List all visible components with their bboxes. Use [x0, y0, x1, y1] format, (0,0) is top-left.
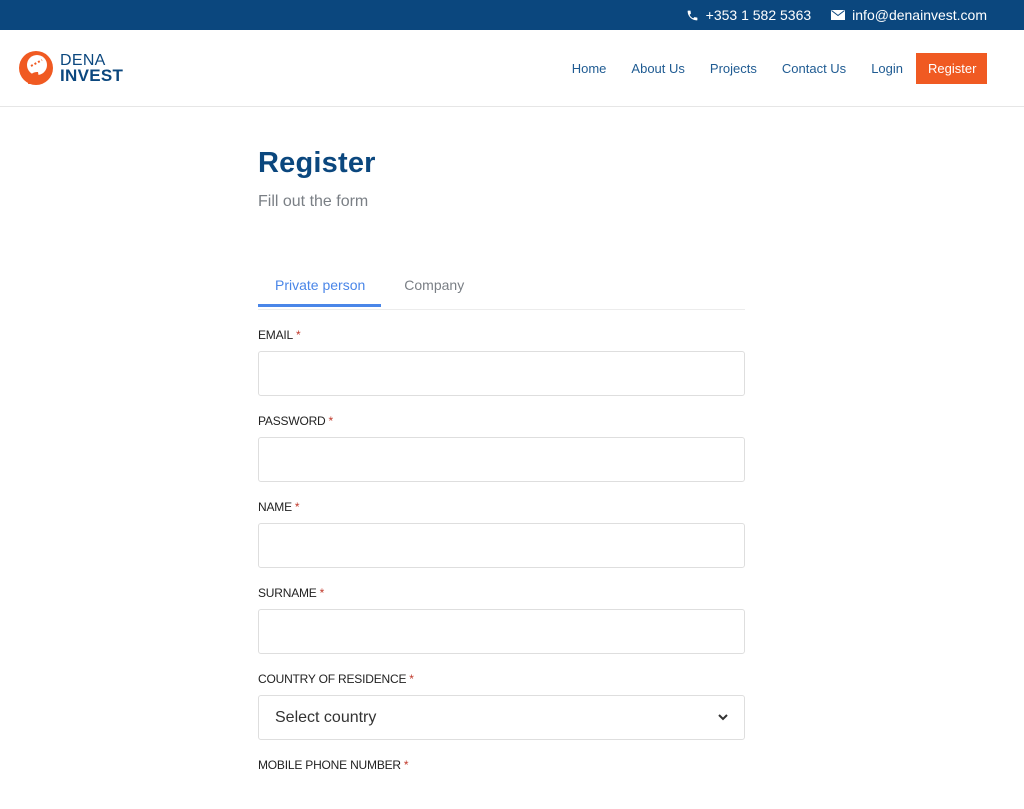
- surname-label: SURNAME: [258, 586, 317, 600]
- phone-icon: [687, 10, 698, 20]
- nav-contact-us[interactable]: Contact Us: [782, 61, 846, 76]
- register-form-section: Register Fill out the form Private perso…: [258, 107, 745, 772]
- surname-input[interactable]: [258, 609, 745, 654]
- nav-login[interactable]: Login: [871, 61, 903, 76]
- page-title: Register: [258, 147, 376, 179]
- required-marker: *: [409, 672, 414, 686]
- logo-head-icon: [19, 51, 53, 85]
- required-marker: *: [296, 328, 301, 342]
- name-field-group: NAME *: [258, 500, 745, 568]
- register-button[interactable]: Register: [916, 52, 987, 84]
- password-field-group: PASSWORD *: [258, 414, 745, 482]
- name-label: NAME: [258, 500, 292, 514]
- required-marker: *: [319, 586, 325, 600]
- nav-about-us[interactable]: About Us: [631, 61, 684, 76]
- site-header: DENA INVEST Home About Us Projects Conta…: [0, 30, 1024, 107]
- name-input[interactable]: [258, 523, 745, 568]
- phone-contact[interactable]: +353 1 582 5363: [686, 7, 812, 23]
- required-marker: *: [294, 500, 300, 514]
- nav-projects[interactable]: Projects: [710, 61, 757, 76]
- top-contact-bar: +353 1 582 5363 info@denainvest.com: [0, 0, 1024, 30]
- tab-private-person[interactable]: Private person: [258, 269, 382, 307]
- country-selected-value: Select country: [275, 708, 377, 726]
- surname-field-group: SURNAME *: [258, 586, 745, 654]
- email-field-group: EMAIL *: [258, 328, 745, 396]
- nav-home[interactable]: Home: [572, 61, 607, 76]
- password-input[interactable]: [258, 437, 745, 482]
- account-type-tabs: Private person Company: [258, 269, 745, 310]
- required-marker: *: [328, 414, 334, 428]
- email-label: EMAIL: [258, 328, 294, 342]
- required-marker: *: [403, 758, 409, 772]
- logo-text-invest: INVEST: [60, 66, 124, 85]
- page-subtitle: Fill out the form: [258, 193, 369, 210]
- envelope-icon: [831, 10, 846, 20]
- logo[interactable]: DENA INVEST: [16, 50, 123, 86]
- tab-company[interactable]: Company: [381, 269, 481, 309]
- country-field-group: COUNTRY OF RESIDENCE * Select country: [258, 672, 745, 740]
- main-nav: Home About Us Projects Contact Us Login …: [572, 52, 987, 84]
- password-label: PASSWORD: [258, 414, 326, 428]
- email-input[interactable]: [258, 351, 745, 396]
- email-address: info@denainvest.com: [852, 7, 987, 23]
- email-contact[interactable]: info@denainvest.com: [831, 7, 987, 23]
- country-select[interactable]: Select country: [258, 695, 745, 740]
- mobile-phone-field-group: MOBILE PHONE NUMBER *: [258, 758, 745, 772]
- phone-number: +353 1 582 5363: [705, 7, 812, 23]
- country-label: COUNTRY OF RESIDENCE: [258, 672, 407, 686]
- chevron-down-icon: [718, 714, 728, 721]
- mobile-phone-label: MOBILE PHONE NUMBER: [258, 758, 401, 772]
